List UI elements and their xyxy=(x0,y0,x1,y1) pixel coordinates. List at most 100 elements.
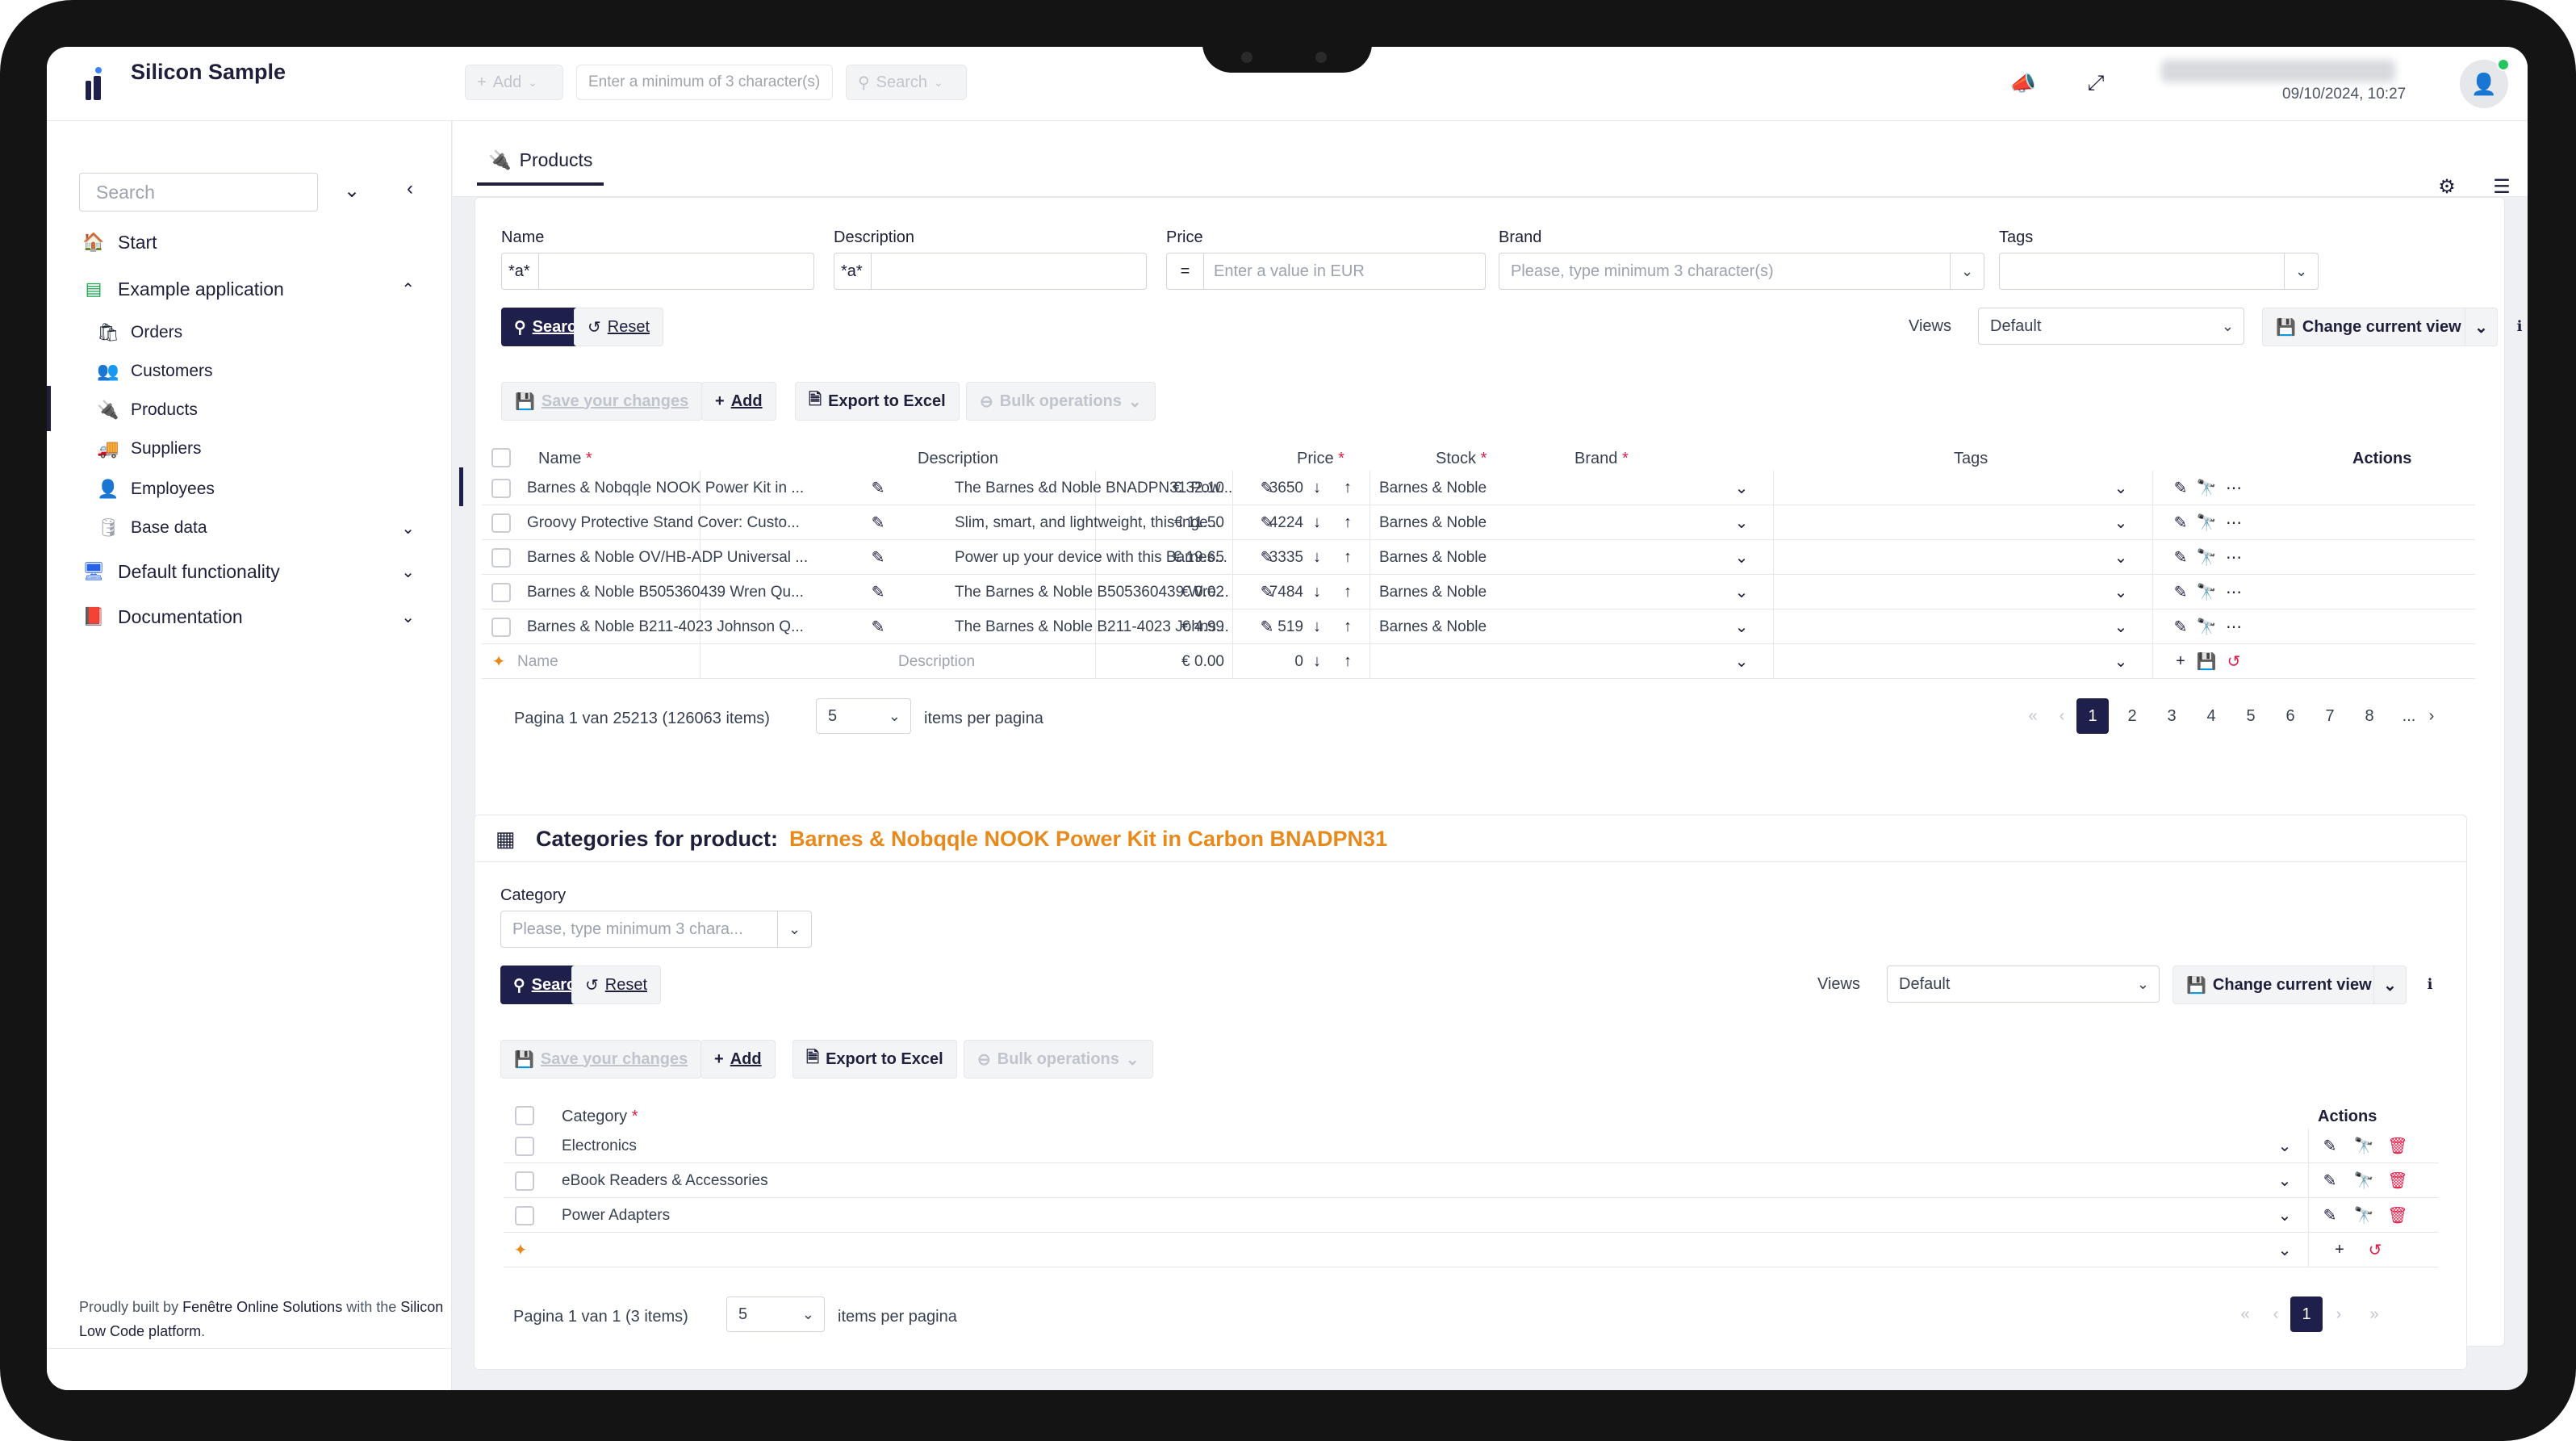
product-price[interactable]: € 0.02 xyxy=(1111,575,1224,609)
next-page-icon[interactable]: › xyxy=(2323,1296,2355,1332)
sidebar-item-products[interactable]: 🔌 Products xyxy=(47,391,452,429)
column-header-stock[interactable]: Stock * xyxy=(1436,450,1487,468)
category-per-page-select[interactable]: 5 ⌄ xyxy=(726,1296,825,1332)
edit-icon[interactable]: ✎ xyxy=(868,512,889,533)
product-stock[interactable]: 519 xyxy=(1240,609,1303,644)
chevron-down-icon[interactable]: ⌄ xyxy=(2110,581,2131,602)
category-filter-select[interactable]: Please, type minimum 3 chara... ⌄ xyxy=(500,911,812,948)
product-stock[interactable]: 7484 xyxy=(1240,575,1303,609)
export-excel-button[interactable]: 🗎 Export to Excel xyxy=(795,382,960,421)
info-icon[interactable]: ℹ xyxy=(2509,316,2528,337)
sidebar-item-suppliers[interactable]: 🚚 Suppliers xyxy=(47,429,452,468)
row-checkbox[interactable] xyxy=(491,479,511,498)
chevron-down-icon[interactable]: ⌄ xyxy=(2110,616,2131,637)
name-filter-input[interactable]: *a* xyxy=(501,253,814,290)
telescope-icon[interactable]: 🔭 xyxy=(2196,616,2217,637)
arrow-up-icon[interactable]: ↑ xyxy=(1337,651,1358,672)
more-icon[interactable]: ⋯ xyxy=(2223,581,2244,602)
chevron-down-icon[interactable]: ⌄ xyxy=(2284,253,2318,289)
edit-icon[interactable]: ✎ xyxy=(2170,581,2191,602)
row-checkbox[interactable] xyxy=(515,1206,534,1225)
collapse-all-icon[interactable]: ⌄ xyxy=(344,179,360,203)
reset-button[interactable]: ↺ Reset xyxy=(574,308,664,346)
sidebar-item-base-data[interactable]: 🛢 Base data ⌄ xyxy=(47,509,452,547)
product-name[interactable]: Barnes & Noble OV/HB-ADP Universal ... xyxy=(527,540,834,575)
users-settings-icon[interactable]: ⚙ xyxy=(2436,176,2457,198)
chevron-down-icon[interactable]: ⌄ xyxy=(1731,651,1752,672)
product-name[interactable]: Barnes & Noble B211-4023 Johnson Q... xyxy=(527,609,834,644)
arrow-up-icon[interactable]: ↑ xyxy=(1337,547,1358,568)
sidebar-item-documentation[interactable]: 📕 Documentation ⌄ xyxy=(47,597,452,636)
more-icon[interactable]: ⋯ xyxy=(2223,477,2244,498)
row-checkbox[interactable] xyxy=(491,618,511,637)
category-name[interactable]: Power Adapters xyxy=(562,1198,2176,1233)
save-changes-button[interactable]: 💾 Save your changes xyxy=(501,382,703,421)
category-add-button[interactable]: + Add xyxy=(700,1040,776,1079)
first-page-icon[interactable]: « xyxy=(2017,698,2049,734)
footer-link-company[interactable]: Fenêtre Online Solutions xyxy=(182,1299,342,1315)
chevron-down-icon[interactable]: ⌄ xyxy=(1731,477,1752,498)
per-page-select[interactable]: 5 ⌄ xyxy=(816,698,911,734)
more-icon[interactable]: ⋯ xyxy=(2223,616,2244,637)
app-logo-icon[interactable] xyxy=(82,66,107,102)
edit-icon[interactable]: ✎ xyxy=(868,547,889,568)
chevron-down-icon[interactable]: ⌄ xyxy=(2274,1239,2295,1260)
save-icon[interactable]: 💾 xyxy=(2196,651,2217,672)
plus-icon[interactable]: + xyxy=(2329,1239,2350,1260)
row-checkbox[interactable] xyxy=(491,513,511,533)
add-menu-button[interactable]: + Add ⌄ xyxy=(465,65,563,100)
column-header-description[interactable]: Description xyxy=(918,450,998,468)
product-price[interactable]: € 32.10 xyxy=(1111,471,1224,505)
product-brand[interactable]: Barnes & Noble xyxy=(1379,471,1718,505)
telescope-icon[interactable]: 🔭 xyxy=(2353,1135,2374,1156)
product-stock[interactable]: 4224 xyxy=(1240,505,1303,540)
change-view-button[interactable]: 💾 Change current view ⌄ xyxy=(2262,308,2498,346)
arrow-down-icon[interactable]: ↓ xyxy=(1307,512,1328,533)
trash-icon[interactable]: 🗑 xyxy=(2387,1135,2408,1156)
telescope-icon[interactable]: 🔭 xyxy=(2196,477,2217,498)
trash-icon[interactable]: 🗑 xyxy=(2387,1170,2408,1191)
chevron-down-icon[interactable]: ⌄ xyxy=(1731,581,1752,602)
chevron-down-icon[interactable]: ⌄ xyxy=(2373,966,2406,1003)
arrow-down-icon[interactable]: ↓ xyxy=(1307,477,1328,498)
row-checkbox[interactable] xyxy=(515,1171,534,1191)
product-price[interactable]: € 19.65 xyxy=(1111,540,1224,575)
category-save-changes-button[interactable]: 💾 Save your changes xyxy=(500,1040,702,1079)
more-icon[interactable]: ⋯ xyxy=(2223,512,2244,533)
edit-icon[interactable]: ✎ xyxy=(868,477,889,498)
arrow-up-icon[interactable]: ↑ xyxy=(1337,477,1358,498)
column-header-tags[interactable]: Tags xyxy=(1954,450,1988,468)
first-page-icon[interactable]: « xyxy=(2229,1296,2261,1332)
chevron-down-icon[interactable]: ⌄ xyxy=(2274,1135,2295,1156)
category-reset-button[interactable]: ↺ Reset xyxy=(571,966,662,1004)
arrow-up-icon[interactable]: ↑ xyxy=(1337,616,1358,637)
page-number[interactable]: 7 xyxy=(2314,698,2346,734)
arrow-up-icon[interactable]: ↑ xyxy=(1337,581,1358,602)
chevron-down-icon[interactable]: ⌄ xyxy=(2110,651,2131,672)
collapse-sidebar-icon[interactable]: ‹ xyxy=(407,178,413,200)
column-header-name[interactable]: Name * xyxy=(538,450,592,468)
column-header-price[interactable]: Price * xyxy=(1297,450,1344,468)
chevron-down-icon[interactable]: ⌄ xyxy=(2465,308,2497,346)
arrow-up-icon[interactable]: ↑ xyxy=(1337,512,1358,533)
brand-filter-select[interactable]: Please, type minimum 3 character(s) ⌄ xyxy=(1499,253,1984,290)
edit-icon[interactable]: ✎ xyxy=(2319,1204,2340,1225)
previous-page-icon[interactable]: ‹ xyxy=(2260,1296,2292,1332)
new-name-input[interactable]: Name xyxy=(517,644,558,679)
sidebar-item-employees[interactable]: 👤 Employees xyxy=(47,470,452,509)
sidebar-search-input[interactable]: Search xyxy=(79,173,318,212)
product-brand[interactable]: Barnes & Noble xyxy=(1379,505,1718,540)
global-search-button[interactable]: ⚲ Search ⌄ xyxy=(846,65,967,100)
row-checkbox[interactable] xyxy=(515,1137,534,1156)
category-select-all-checkbox[interactable] xyxy=(515,1106,534,1125)
chevron-down-icon[interactable]: ⌄ xyxy=(1950,253,1984,289)
chevron-down-icon[interactable]: ⌄ xyxy=(2110,477,2131,498)
tab-products[interactable]: 🔌 Products xyxy=(477,137,604,186)
page-number[interactable]: 6 xyxy=(2274,698,2306,734)
telescope-icon[interactable]: 🔭 xyxy=(2353,1170,2374,1191)
page-number[interactable]: 4 xyxy=(2195,698,2227,734)
sidebar-item-customers[interactable]: 👥 Customers xyxy=(47,352,452,391)
column-header-category[interactable]: Category * xyxy=(562,1108,638,1126)
undo-icon[interactable]: ↺ xyxy=(2223,651,2244,672)
page-number[interactable]: 3 xyxy=(2156,698,2188,734)
